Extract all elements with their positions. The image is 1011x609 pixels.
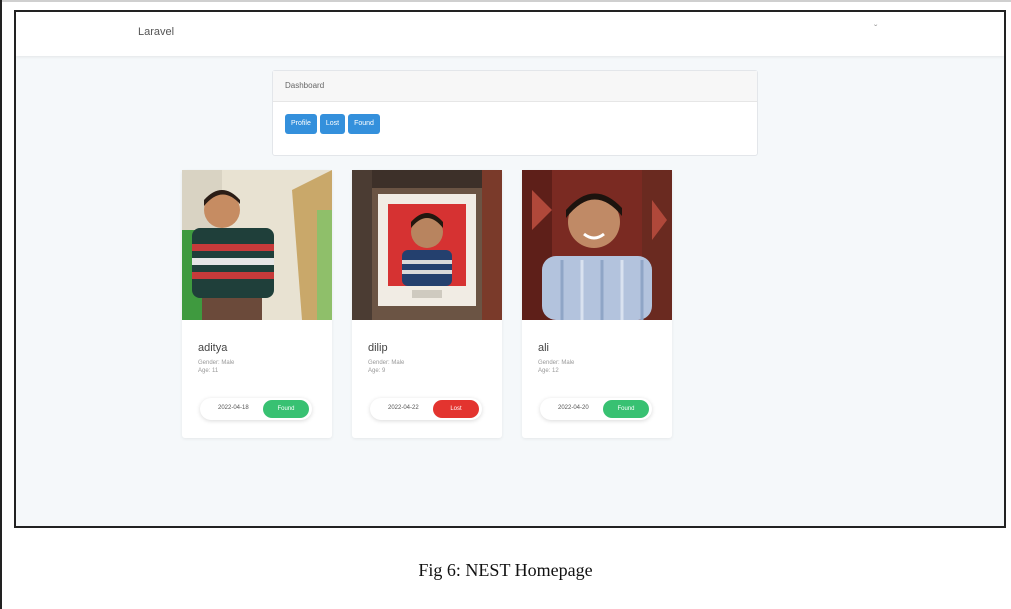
figure-caption: Fig 6: NEST Homepage [418,560,593,580]
page-left-rule [0,0,2,609]
report-date: 2022-04-20 [558,405,589,411]
person-gender: Gender: Male [368,360,405,366]
status-pill: 2022-04-20 Found [540,398,652,420]
chevron-down-icon[interactable]: ˇ [874,24,877,35]
status-badge[interactable]: Lost [433,400,479,418]
report-date: 2022-04-18 [218,405,249,411]
page-top-rule [0,0,1011,2]
person-card[interactable]: aditya Gender: Male Age: 11 2022-04-18 F… [182,170,332,438]
status-badge[interactable]: Found [603,400,649,418]
dashboard-header: Dashboard [273,71,757,102]
navbar-brand[interactable]: Laravel [138,26,174,38]
status-pill: 2022-04-18 Found [200,398,312,420]
person-name: dilip [368,342,388,354]
screenshot-frame: Laravel ˇ Dashboard Profile Lost Found adi… [14,10,1006,528]
dashboard-card: Dashboard Profile Lost Found [272,70,758,156]
person-age: Age: 12 [538,368,559,374]
status-badge[interactable]: Found [263,400,309,418]
person-photo [352,170,502,320]
person-age: Age: 11 [198,368,219,374]
person-photo [522,170,672,320]
person-card[interactable]: ali Gender: Male Age: 12 2022-04-20 Foun… [522,170,672,438]
lost-button[interactable]: Lost [319,114,346,134]
person-gender: Gender: Male [538,360,575,366]
person-gender: Gender: Male [198,360,235,366]
report-date: 2022-04-22 [388,405,419,411]
found-button[interactable]: Found [348,114,380,134]
person-card[interactable]: dilip Gender: Male Age: 9 2022-04-22 Los… [352,170,502,438]
dashboard-body: Profile Lost Found [273,102,757,134]
person-name: ali [538,342,550,354]
person-name: aditya [198,342,228,354]
person-photo [182,170,332,320]
profile-button[interactable]: Profile [285,114,317,134]
status-pill: 2022-04-22 Lost [370,398,482,420]
person-age: Age: 9 [368,368,386,374]
navbar: Laravel ˇ [16,12,1004,56]
